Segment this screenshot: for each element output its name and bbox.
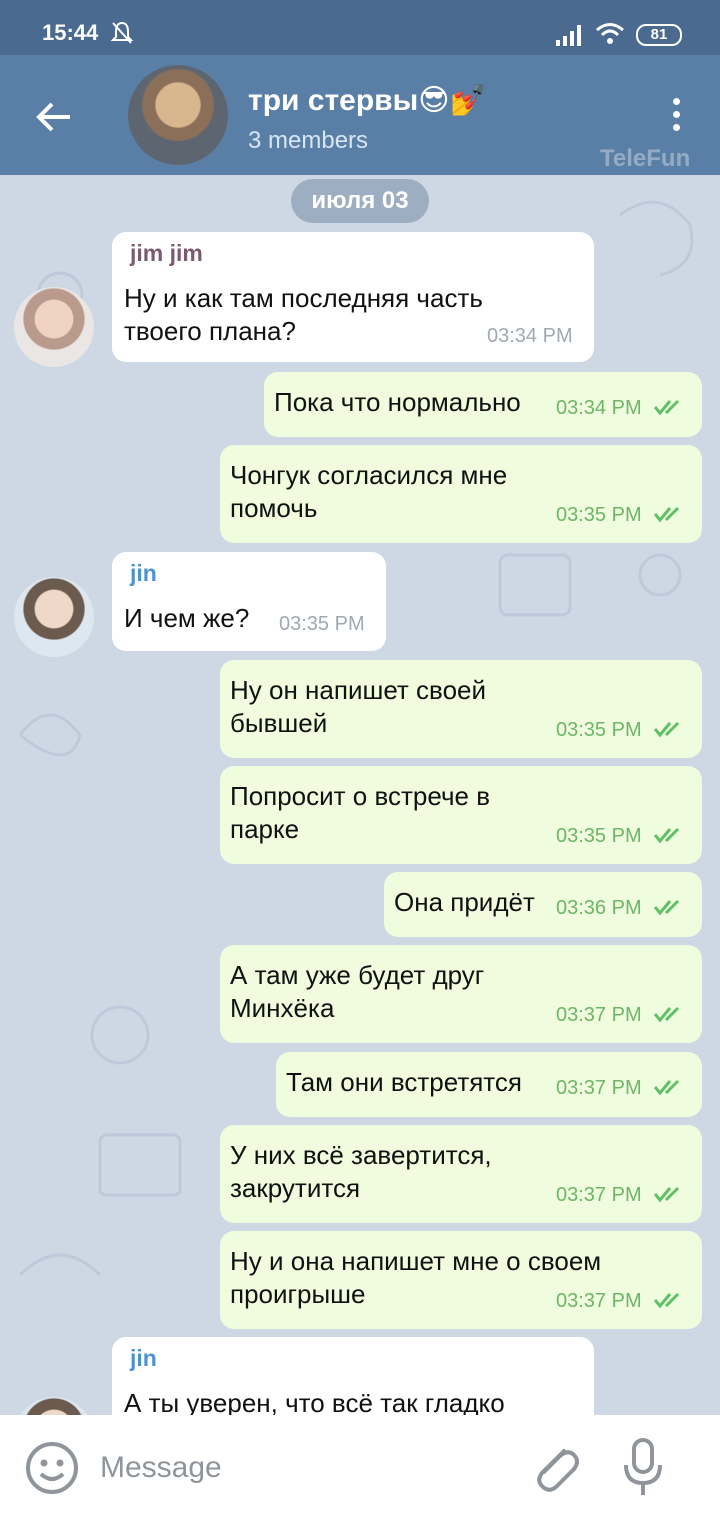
signal-icon [556, 25, 581, 46]
bell-muted-icon [110, 21, 134, 44]
message-text: Чонгук согласился мне [230, 460, 508, 490]
message-text: А ты уверен, что всё так гладко [124, 1388, 505, 1415]
message-text: проигрыше [230, 1279, 366, 1309]
wifi-icon [596, 23, 624, 44]
message-text: Попросит о встрече в [230, 781, 491, 811]
message-bubble-outgoing[interactable]: У них всё завертится, закрутится 03:37 P… [220, 1125, 702, 1223]
more-vert-icon[interactable] [666, 95, 686, 135]
message-text: Ну и как там последняя часть [124, 283, 483, 313]
message-text: А там уже будет друг [230, 960, 485, 990]
double-check-icon [654, 1006, 680, 1023]
watermark: TeleFun [600, 145, 691, 172]
message-time: 03:37 PM [556, 1184, 642, 1206]
message-text: Пока что нормально [274, 387, 521, 417]
arrow-left-icon[interactable] [30, 93, 78, 141]
message-text: И чем же? [124, 603, 250, 633]
message-bubble-outgoing[interactable]: Она придёт 03:36 PM [384, 872, 702, 937]
group-avatar[interactable] [128, 65, 228, 165]
message-text: твоего плана? [124, 316, 296, 346]
chat-header: три стервы😎💅 3 members TeleFun [0, 55, 720, 175]
double-check-icon [654, 1186, 680, 1203]
message-text: Она придёт [394, 887, 535, 917]
message-bubble-incoming[interactable]: jin И чем же? 03:35 PM [112, 552, 386, 651]
status-bar: 15:44 81 [0, 0, 720, 55]
battery-indicator: 81 [636, 24, 682, 46]
message-bubble-outgoing[interactable]: Там они встретятся 03:37 PM [276, 1052, 702, 1117]
message-bubble-outgoing[interactable]: Ну он напишет своей бывшей 03:35 PM [220, 660, 702, 758]
message-time: 03:36 PM [556, 897, 642, 919]
message-list[interactable]: июля 03 jim jim Ну и как там последняя ч… [0, 175, 720, 1415]
message-bubble-outgoing[interactable]: А там уже будет друг Минхёка 03:37 PM [220, 945, 702, 1043]
double-check-icon [654, 721, 680, 738]
microphone-icon[interactable] [620, 1437, 666, 1499]
message-text: бывшей [230, 708, 328, 738]
message-time: 03:35 PM [556, 719, 642, 741]
sender-name[interactable]: jin [130, 560, 157, 587]
sender-name[interactable]: jim jim [130, 240, 203, 267]
sender-avatar-jin[interactable] [14, 577, 94, 657]
message-text: помочь [230, 493, 318, 523]
message-time: 03:35 PM [556, 504, 642, 526]
message-bubble-outgoing[interactable]: Пока что нормально 03:34 PM [264, 372, 702, 437]
message-time: 03:34 PM [556, 397, 642, 419]
message-time: 03:35 PM [556, 825, 642, 847]
message-bubble-incoming[interactable]: jim jim Ну и как там последняя часть тво… [112, 232, 594, 362]
message-time: 03:35 PM [279, 613, 365, 635]
message-text: Минхёка [230, 993, 335, 1023]
double-check-icon [654, 1292, 680, 1309]
message-time: 03:37 PM [556, 1290, 642, 1312]
message-input[interactable] [100, 1445, 500, 1491]
message-text: закрутится [230, 1173, 361, 1203]
message-composer [0, 1415, 720, 1520]
message-bubble-outgoing[interactable]: Чонгук согласился мне помочь 03:35 PM [220, 445, 702, 543]
message-text: У них всё завертится, [230, 1140, 492, 1170]
message-text: Там они встретятся [286, 1067, 523, 1097]
message-time: 03:34 PM [487, 325, 573, 347]
members-count[interactable]: 3 members [248, 127, 368, 155]
message-bubble-outgoing[interactable]: Попросит о встрече в парке 03:35 PM [220, 766, 702, 864]
double-check-icon [654, 827, 680, 844]
emoji-smile-icon[interactable] [24, 1440, 80, 1496]
double-check-icon [654, 899, 680, 916]
double-check-icon [654, 506, 680, 523]
message-time: 03:37 PM [556, 1077, 642, 1099]
sender-name[interactable]: jin [130, 1345, 157, 1372]
chat-title[interactable]: три стервы😎💅 [248, 83, 487, 118]
date-separator: июля 03 [291, 179, 429, 223]
paperclip-icon[interactable] [526, 1437, 582, 1497]
message-text: парке [230, 814, 300, 844]
message-bubble-incoming[interactable]: jin А ты уверен, что всё так гладко [112, 1337, 594, 1415]
status-time: 15:44 [42, 20, 99, 45]
message-bubble-outgoing[interactable]: Ну и она напишет мне о своем проигрыше 0… [220, 1231, 702, 1329]
message-time: 03:37 PM [556, 1004, 642, 1026]
double-check-icon [654, 1079, 680, 1096]
sender-avatar-jim-jim[interactable] [14, 287, 94, 367]
message-text: Ну он напишет своей [230, 675, 487, 705]
message-text: Ну и она напишет мне о своем [230, 1246, 602, 1276]
double-check-icon [654, 399, 680, 416]
